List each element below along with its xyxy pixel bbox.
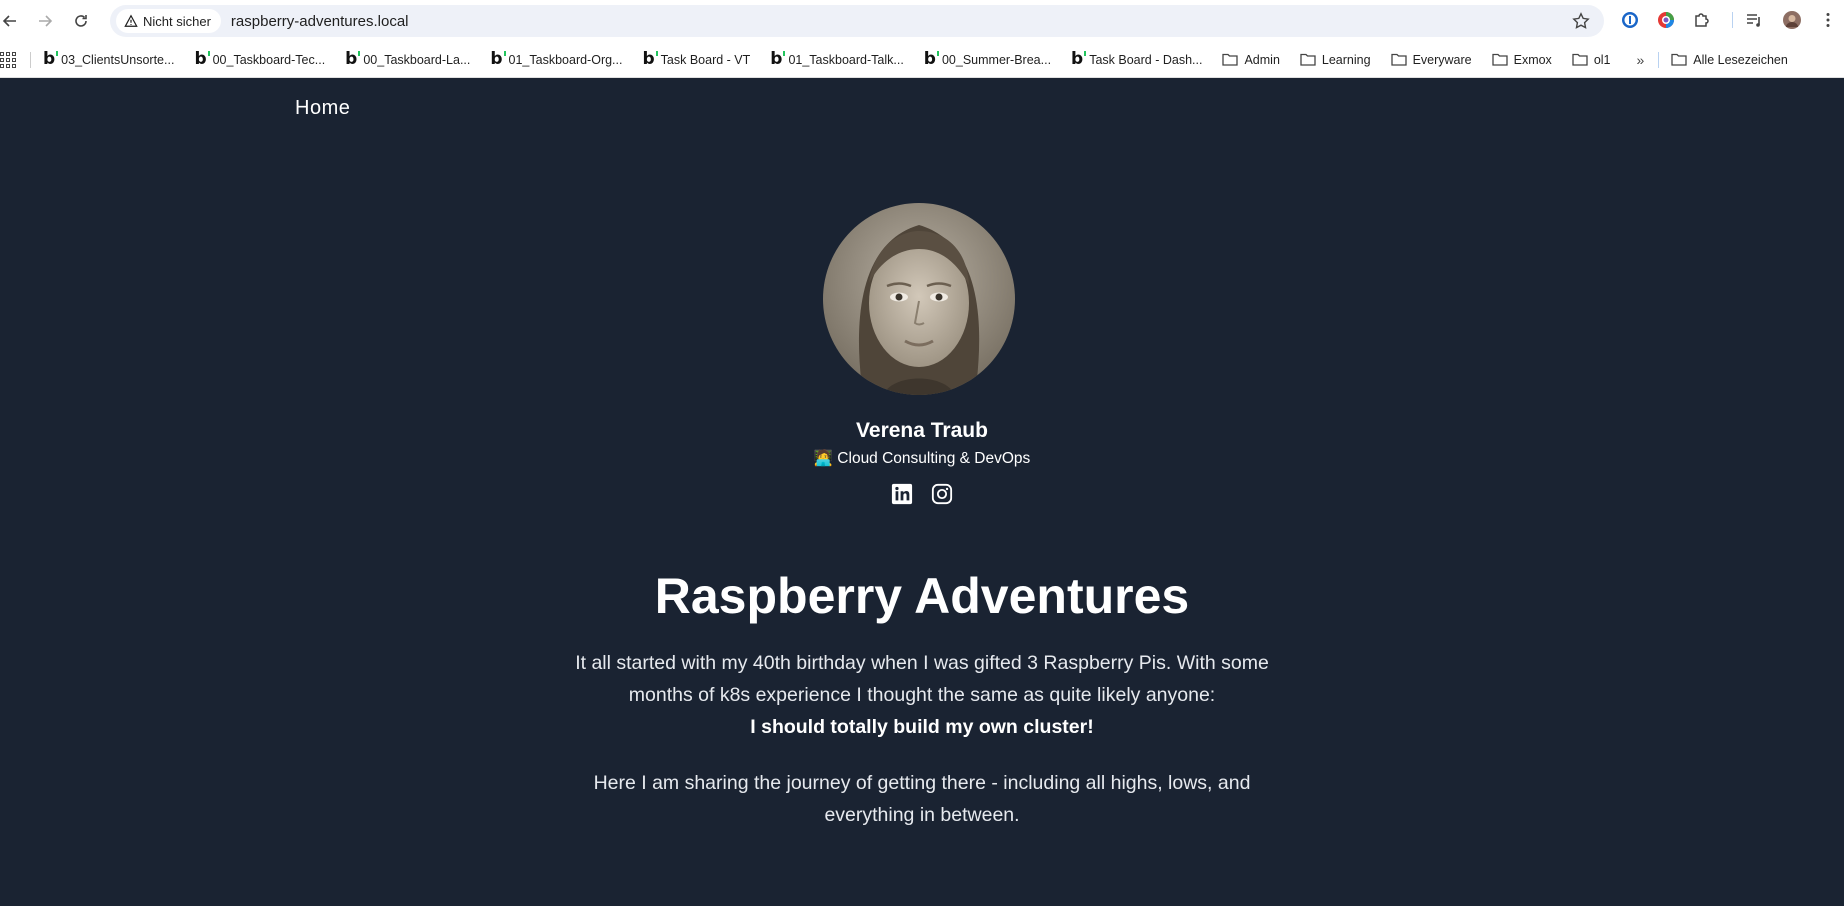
instagram-icon	[931, 483, 953, 505]
folder-icon	[1491, 53, 1508, 66]
address-bar[interactable]: Nicht sicher raspberry-adventures.local	[110, 5, 1604, 37]
warning-icon	[124, 14, 138, 27]
bookmark-item[interactable]: b 03_ClientsUnsorte...	[43, 51, 174, 68]
linkedin-link[interactable]	[891, 483, 913, 510]
bee-logo-icon: b	[194, 49, 210, 69]
puzzle-icon	[1695, 13, 1709, 27]
bookmark-list: b 03_ClientsUnsorte... b 00_Taskboard-Tec..…	[43, 51, 1631, 68]
bee-logo-icon: b	[43, 49, 59, 69]
bookmarks-divider	[1658, 51, 1660, 68]
color-wheel-icon	[1658, 12, 1674, 28]
bookmark-item[interactable]: b 00_Taskboard-Tec...	[194, 51, 325, 68]
security-label: Nicht sicher	[143, 13, 211, 29]
playlist-icon	[1747, 14, 1760, 27]
folder-icon	[1671, 53, 1687, 66]
bee-logo-icon: b	[345, 49, 361, 69]
bookmark-label: Everyware	[1412, 52, 1472, 67]
profile-avatar-icon	[1783, 11, 1801, 29]
bookmark-item[interactable]: Exmox	[1491, 52, 1552, 67]
bookmark-label: 00_Taskboard-La...	[363, 52, 471, 67]
instagram-link[interactable]	[931, 483, 953, 510]
bookmark-item[interactable]: b 00_Summer-Brea...	[924, 51, 1051, 68]
page-content: Home Verena Traub 🧑‍💻 Cloud Consulting &…	[0, 79, 1844, 906]
bookmark-label: 00_Taskboard-Tec...	[212, 52, 326, 67]
bookmark-label: 01_Taskboard-Org...	[508, 52, 623, 67]
folder-icon	[1390, 53, 1407, 66]
url-text: raspberry-adventures.local	[230, 12, 409, 30]
media-control-button[interactable]	[1744, 10, 1764, 30]
arrow-right-icon	[39, 15, 53, 27]
reload-icon	[75, 15, 87, 27]
social-links	[0, 483, 1844, 510]
browser-toolbar: Nicht sicher raspberry-adventures.local	[0, 0, 1844, 42]
all-bookmarks-button[interactable]: Alle Lesezeichen	[1671, 53, 1788, 67]
profile-avatar	[823, 203, 1015, 395]
hero-title: Raspberry Adventures	[654, 568, 1190, 624]
bookmark-label: 00_Summer-Brea...	[941, 52, 1052, 67]
bee-logo-icon: b	[490, 49, 506, 69]
menu-button[interactable]	[1818, 10, 1838, 30]
folder-icon	[1300, 53, 1316, 66]
folder-icon	[1572, 53, 1588, 66]
arrow-left-icon	[2, 15, 16, 27]
bookmark-label: Admin	[1244, 52, 1280, 67]
extensions-button[interactable]	[1692, 10, 1712, 30]
password-manager-extension[interactable]	[1620, 10, 1640, 30]
color-extension[interactable]	[1656, 10, 1676, 30]
1password-icon	[1622, 12, 1638, 28]
bee-logo-icon: b	[642, 49, 658, 69]
profile-button[interactable]	[1782, 10, 1802, 30]
intro-paragraph: It all started with my 40th birthday whe…	[572, 647, 1272, 743]
bookmarks-bar: b 03_ClientsUnsorte... b 00_Taskboard-Tec..…	[0, 42, 1844, 78]
bookmark-item[interactable]: b Task Board - VT	[642, 51, 750, 68]
bookmark-label: Task Board - VT	[660, 52, 751, 67]
bee-logo-icon: b	[1071, 49, 1087, 69]
bookmark-item[interactable]: ol1	[1572, 53, 1611, 67]
bookmarks-divider	[30, 51, 31, 68]
profile-name: Verena Traub	[856, 419, 988, 442]
bookmark-label: Learning	[1321, 52, 1371, 67]
folder-icon	[1222, 53, 1239, 66]
bookmark-label: 03_ClientsUnsorte...	[61, 52, 175, 67]
bookmark-item[interactable]: b 01_Taskboard-Talk...	[770, 51, 904, 68]
all-bookmarks-label: Alle Lesezeichen	[1693, 52, 1788, 67]
bee-logo-icon: b	[923, 49, 940, 69]
profile-role: 🧑‍💻 Cloud Consulting & DevOps	[813, 450, 1031, 467]
bookmark-label: Task Board - Dash...	[1089, 52, 1203, 67]
bookmark-item[interactable]: b 01_Taskboard-Org...	[490, 51, 622, 68]
star-icon[interactable]	[1572, 12, 1590, 30]
bookmark-item[interactable]: Admin	[1222, 52, 1280, 67]
intro-bold-text: I should totally build my own cluster!	[750, 716, 1094, 738]
more-vertical-icon	[1826, 13, 1830, 27]
bookmark-label: ol1	[1593, 52, 1611, 67]
more-bookmarks-button[interactable]: »	[1637, 52, 1645, 68]
profile-photo	[823, 203, 1015, 395]
apps-grid-icon[interactable]	[0, 51, 16, 68]
bookmark-label: 01_Taskboard-Talk...	[788, 52, 904, 67]
forward-button[interactable]	[27, 3, 63, 39]
back-button[interactable]	[0, 3, 28, 39]
bookmark-label: Exmox	[1513, 52, 1552, 67]
linkedin-icon	[891, 483, 913, 505]
bookmark-item[interactable]: Everyware	[1390, 52, 1472, 67]
bookmark-item[interactable]: b Task Board - Dash...	[1071, 51, 1202, 68]
bookmark-item[interactable]: Learning	[1300, 53, 1371, 67]
bookmark-item[interactable]: b 00_Taskboard-La...	[345, 51, 470, 68]
reload-button[interactable]	[63, 3, 99, 39]
security-indicator[interactable]: Nicht sicher	[116, 9, 221, 33]
bee-logo-icon: b	[770, 49, 786, 69]
divider	[1722, 10, 1742, 30]
intro-text: It all started with my 40th birthday whe…	[575, 652, 1269, 706]
intro-paragraph-2: Here I am sharing the journey of getting…	[593, 772, 1251, 826]
nav-home-link[interactable]: Home	[295, 97, 350, 120]
